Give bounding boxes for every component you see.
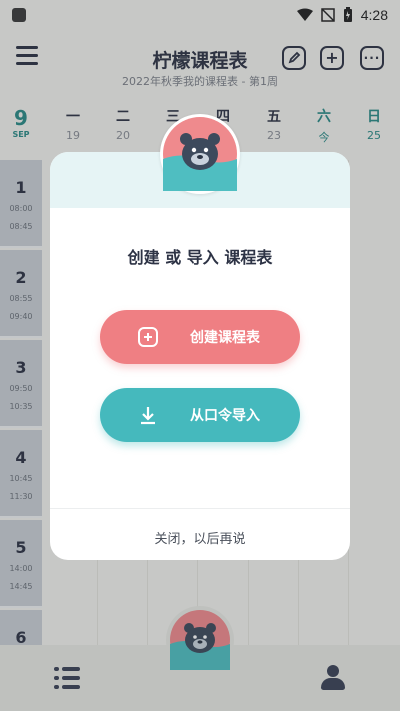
import-from-code-button[interactable]: 从口令导入	[100, 388, 300, 442]
create-button-label: 创建课程表	[190, 330, 260, 346]
add-square-icon	[136, 325, 160, 349]
download-icon	[136, 403, 160, 427]
create-import-dialog: 创建 或 导入 课程表 创建课程表 从口令导入 关闭，以后再说	[50, 152, 350, 560]
close-later-button[interactable]: 关闭，以后再说	[50, 528, 350, 547]
bear-mascot-icon	[163, 117, 237, 191]
import-button-label: 从口令导入	[190, 408, 260, 424]
create-timetable-button[interactable]: 创建课程表	[100, 310, 300, 364]
dialog-heading: 创建 或 导入 课程表	[127, 248, 273, 267]
dialog-avatar	[160, 114, 240, 194]
dialog-divider	[50, 508, 350, 509]
